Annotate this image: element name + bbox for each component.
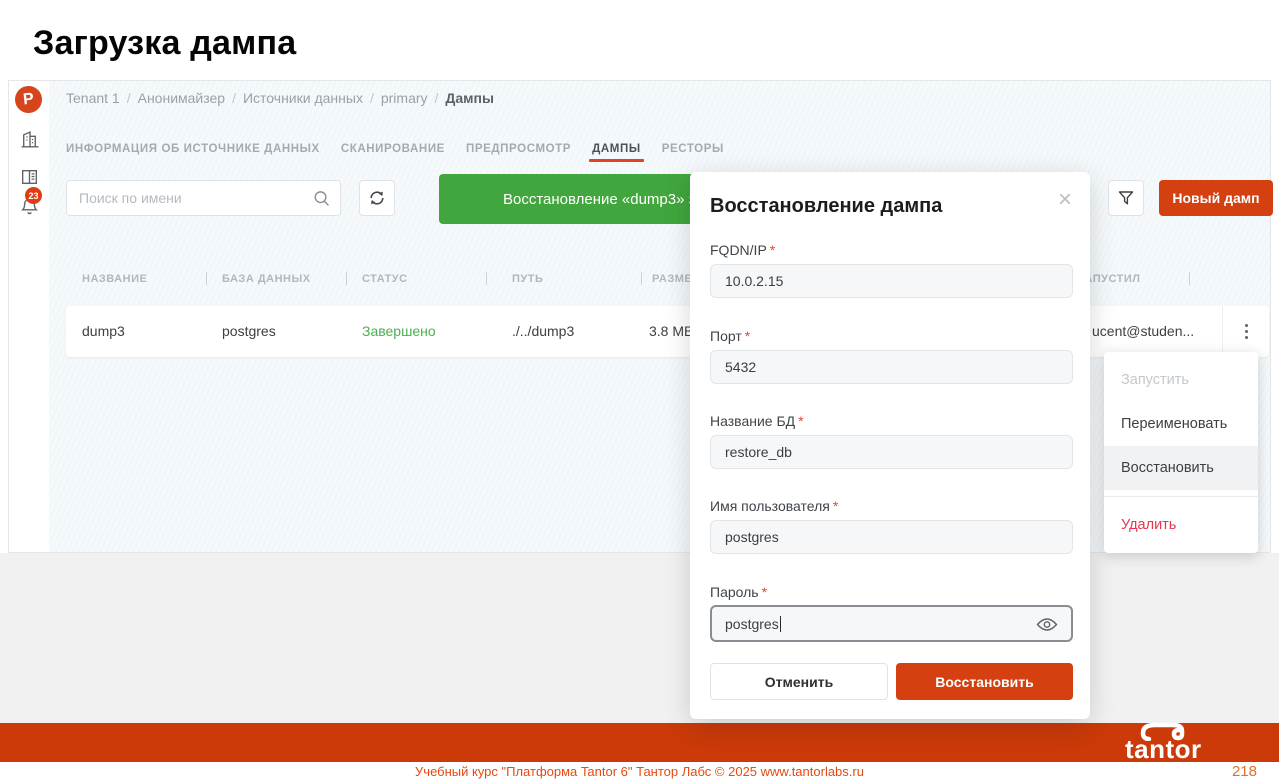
col-header-name: НАЗВАНИЕ [82,273,147,285]
breadcrumb-separator: / [127,90,131,106]
fqdn-label: FQDN/IP* [710,242,775,258]
required-marker: * [833,498,838,514]
breadcrumb-dumps: Дампы [445,90,494,106]
sidebar: P 23 [9,81,49,552]
close-icon[interactable]: × [1058,188,1072,212]
docs-icon[interactable] [19,166,40,187]
fqdn-label-text: FQDN/IP [710,242,767,258]
username-value: postgres [725,529,779,545]
footer-strip: Учебный курс "Платформа Tantor 6" Тантор… [0,762,1279,781]
filter-icon [1116,188,1136,208]
username-input[interactable]: postgres [710,520,1073,554]
dbname-input[interactable]: restore_db [710,435,1073,469]
col-header-status: СТАТУС [362,273,408,285]
cell-name: dump3 [82,323,125,339]
filter-button[interactable] [1108,180,1144,216]
menu-item-restore[interactable]: Восстановить [1104,446,1258,490]
page-title: Загрузка дампа [33,24,296,63]
show-password-icon[interactable] [1036,617,1058,632]
tab-datasource-info[interactable]: ИНФОРМАЦИЯ ОБ ИСТОЧНИКЕ ДАННЫХ [66,143,320,155]
tab-bar: ИНФОРМАЦИЯ ОБ ИСТОЧНИКЕ ДАННЫХ СКАНИРОВА… [66,143,724,155]
breadcrumb-datasources[interactable]: Источники данных [243,90,363,106]
required-marker: * [798,413,803,429]
required-marker: * [762,584,767,600]
tab-dumps[interactable]: ДАМПЫ [592,143,641,155]
required-marker: * [745,328,750,344]
column-divider [346,272,347,285]
new-dump-button[interactable]: Новый дамп [1159,180,1273,216]
password-label: Пароль* [710,584,767,600]
tantor-logo: tantor [1125,723,1235,762]
footer-bar: tantor [0,723,1279,762]
tab-restores[interactable]: РЕСТОРЫ [662,143,724,155]
dbname-value: restore_db [725,444,792,460]
footer-course-text: Учебный курс "Платформа Tantor 6" Тантор… [0,764,1279,779]
cell-status: Завершено [362,323,436,339]
organization-icon[interactable] [19,129,40,150]
port-input[interactable]: 5432 [710,350,1073,384]
port-label: Порт* [710,328,750,344]
username-label: Имя пользователя* [710,498,838,514]
port-value: 5432 [725,359,756,375]
notifications-badge: 23 [25,187,42,204]
modal-title: Восстановление дампа [710,195,942,218]
search-input[interactable] [79,181,309,215]
cell-size: 3.8 MB [649,323,693,339]
search-box [66,180,341,216]
cell-started-by: ucent@studen... [1092,323,1194,339]
dbname-label-text: Название БД [710,413,795,429]
password-label-text: Пароль [710,584,759,600]
menu-item-rename[interactable]: Переименовать [1104,402,1258,446]
required-marker: * [770,242,775,258]
text-caret [780,616,782,632]
row-context-menu: Запустить Переименовать Восстановить Уда… [1104,352,1258,553]
username-label-text: Имя пользователя [710,498,830,514]
menu-divider [1104,496,1258,497]
fqdn-value: 10.0.2.15 [725,273,783,289]
fqdn-input[interactable]: 10.0.2.15 [710,264,1073,298]
restore-submit-button[interactable]: Восстановить [896,663,1073,700]
refresh-button[interactable] [359,180,395,216]
tab-preview[interactable]: ПРЕДПРОСМОТР [466,143,571,155]
tab-scanning[interactable]: СКАНИРОВАНИЕ [341,143,445,155]
tantor-wordmark: tantor [1125,734,1202,765]
port-label-text: Порт [710,328,742,344]
page-number: 218 [1232,763,1257,780]
platform-logo-icon: P [14,85,44,115]
row-actions-button[interactable] [1222,306,1269,357]
slide: Загрузка дампа P 23 Ten [0,0,1279,781]
cell-path: ./../dump3 [512,323,574,339]
breadcrumb-tenant[interactable]: Tenant 1 [66,90,120,106]
breadcrumb-separator: / [232,90,236,106]
dbname-label: Название БД* [710,413,804,429]
cancel-button[interactable]: Отменить [710,663,888,700]
breadcrumb: Tenant 1 / Анонимайзер / Источники данны… [66,90,494,106]
column-divider [1189,272,1190,285]
column-divider [206,272,207,285]
kebab-icon [1245,324,1248,339]
restore-dump-modal: Восстановление дампа × FQDN/IP* 10.0.2.1… [690,172,1090,719]
breadcrumb-primary[interactable]: primary [381,90,428,106]
breadcrumb-separator: / [370,90,374,106]
col-header-database: БАЗА ДАННЫХ [222,273,311,285]
column-divider [641,272,642,285]
refresh-icon [367,188,387,208]
column-divider [486,272,487,285]
col-header-path: ПУТЬ [512,273,543,285]
menu-item-delete[interactable]: Удалить [1104,503,1258,547]
breadcrumb-separator: / [435,90,439,106]
breadcrumb-anonymizer[interactable]: Анонимайзер [138,90,225,106]
search-icon[interactable] [312,189,331,208]
password-value: postgres [725,616,779,632]
cell-database: postgres [222,323,276,339]
password-input[interactable]: postgres [710,605,1073,642]
menu-item-start: Запустить [1104,358,1258,402]
